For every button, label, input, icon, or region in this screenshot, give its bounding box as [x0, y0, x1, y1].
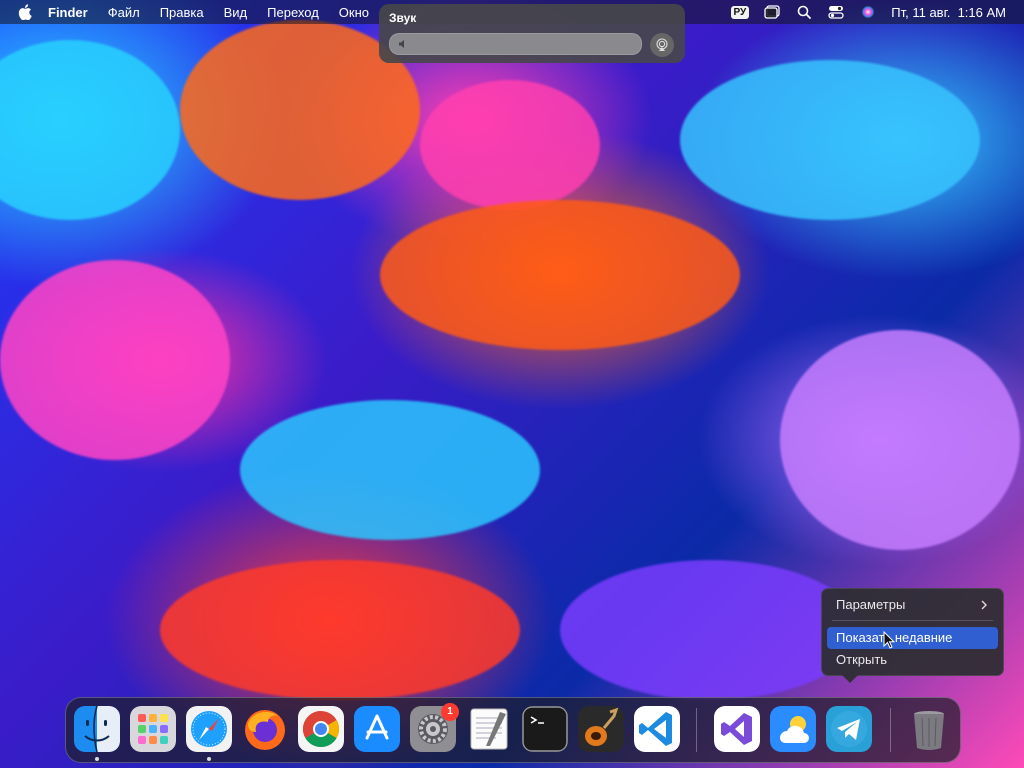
weather-icon — [770, 706, 816, 752]
dock-safari[interactable] — [186, 706, 232, 752]
trash-icon — [914, 711, 944, 750]
running-indicator — [207, 757, 211, 761]
dock-chrome[interactable] — [298, 706, 344, 752]
menu-pointer-tail — [842, 675, 858, 683]
airplay-button[interactable] — [650, 33, 674, 57]
control-center-icon[interactable] — [827, 4, 845, 20]
spotlight-search-icon[interactable] — [795, 4, 813, 20]
launchpad-icon — [130, 706, 176, 752]
telegram-icon — [826, 706, 872, 752]
textedit-icon — [470, 708, 508, 750]
sound-popup-title: Звук — [389, 11, 417, 25]
terminal-icon — [522, 706, 568, 752]
dock-trash[interactable] — [906, 706, 952, 752]
dock: 1 — [65, 697, 961, 763]
dock-context-menu: Параметры Показать недавние Открыть — [821, 588, 1004, 683]
dock-garageband[interactable] — [578, 706, 624, 752]
dock-weather[interactable] — [770, 706, 816, 752]
stage-manager-icon[interactable] — [763, 4, 781, 20]
airplay-audio-icon — [656, 38, 668, 51]
menu-item-open[interactable]: Открыть — [827, 649, 998, 671]
menu-window[interactable]: Окно — [339, 5, 369, 20]
sound-volume-popup: Звук — [379, 4, 685, 63]
menu-file[interactable]: Файл — [108, 5, 140, 20]
siri-icon[interactable] — [859, 4, 877, 20]
visual-studio-icon — [714, 706, 760, 752]
menu-bar-clock[interactable]: Пт, 11 авг. 1:16 AM — [891, 5, 1006, 20]
menu-item-options[interactable]: Параметры — [827, 594, 998, 616]
dock-separator — [890, 708, 891, 752]
dock-terminal[interactable] — [522, 706, 568, 752]
mouse-pointer-icon — [883, 631, 895, 649]
dock-launchpad[interactable] — [130, 706, 176, 752]
firefox-icon — [245, 710, 285, 750]
menu-item-label: Параметры — [836, 597, 906, 612]
menu-item-show-recents[interactable]: Показать недавние — [827, 627, 998, 649]
menu-go[interactable]: Переход — [267, 5, 319, 20]
menu-edit[interactable]: Правка — [160, 5, 204, 20]
dock-firefox[interactable] — [242, 706, 288, 752]
menu-item-label: Открыть — [836, 652, 888, 667]
running-indicator — [95, 757, 99, 761]
dock-separator — [696, 708, 697, 752]
guitar-icon — [578, 706, 624, 752]
menu-finder[interactable]: Finder — [48, 5, 88, 20]
volume-slider[interactable] — [389, 33, 642, 55]
app-store-icon — [354, 706, 400, 752]
menu-view[interactable]: Вид — [224, 5, 248, 20]
notification-badge: 1 — [441, 703, 459, 721]
dock-vscode[interactable] — [634, 706, 680, 752]
speaker-muted-icon — [399, 40, 404, 48]
dock-telegram[interactable] — [826, 706, 872, 752]
safari-icon — [186, 706, 232, 752]
chevron-right-icon — [980, 594, 988, 623]
apple-logo-icon[interactable] — [18, 4, 32, 20]
dock-textedit[interactable] — [466, 706, 512, 752]
dock-visual-studio[interactable] — [714, 706, 760, 752]
chrome-icon — [298, 706, 344, 752]
dock-finder[interactable] — [74, 706, 120, 752]
menu-separator — [832, 620, 993, 621]
dock-app-store[interactable] — [354, 706, 400, 752]
vscode-icon — [634, 706, 680, 752]
input-source-indicator[interactable]: РУ — [730, 5, 750, 19]
finder-icon — [74, 706, 120, 752]
